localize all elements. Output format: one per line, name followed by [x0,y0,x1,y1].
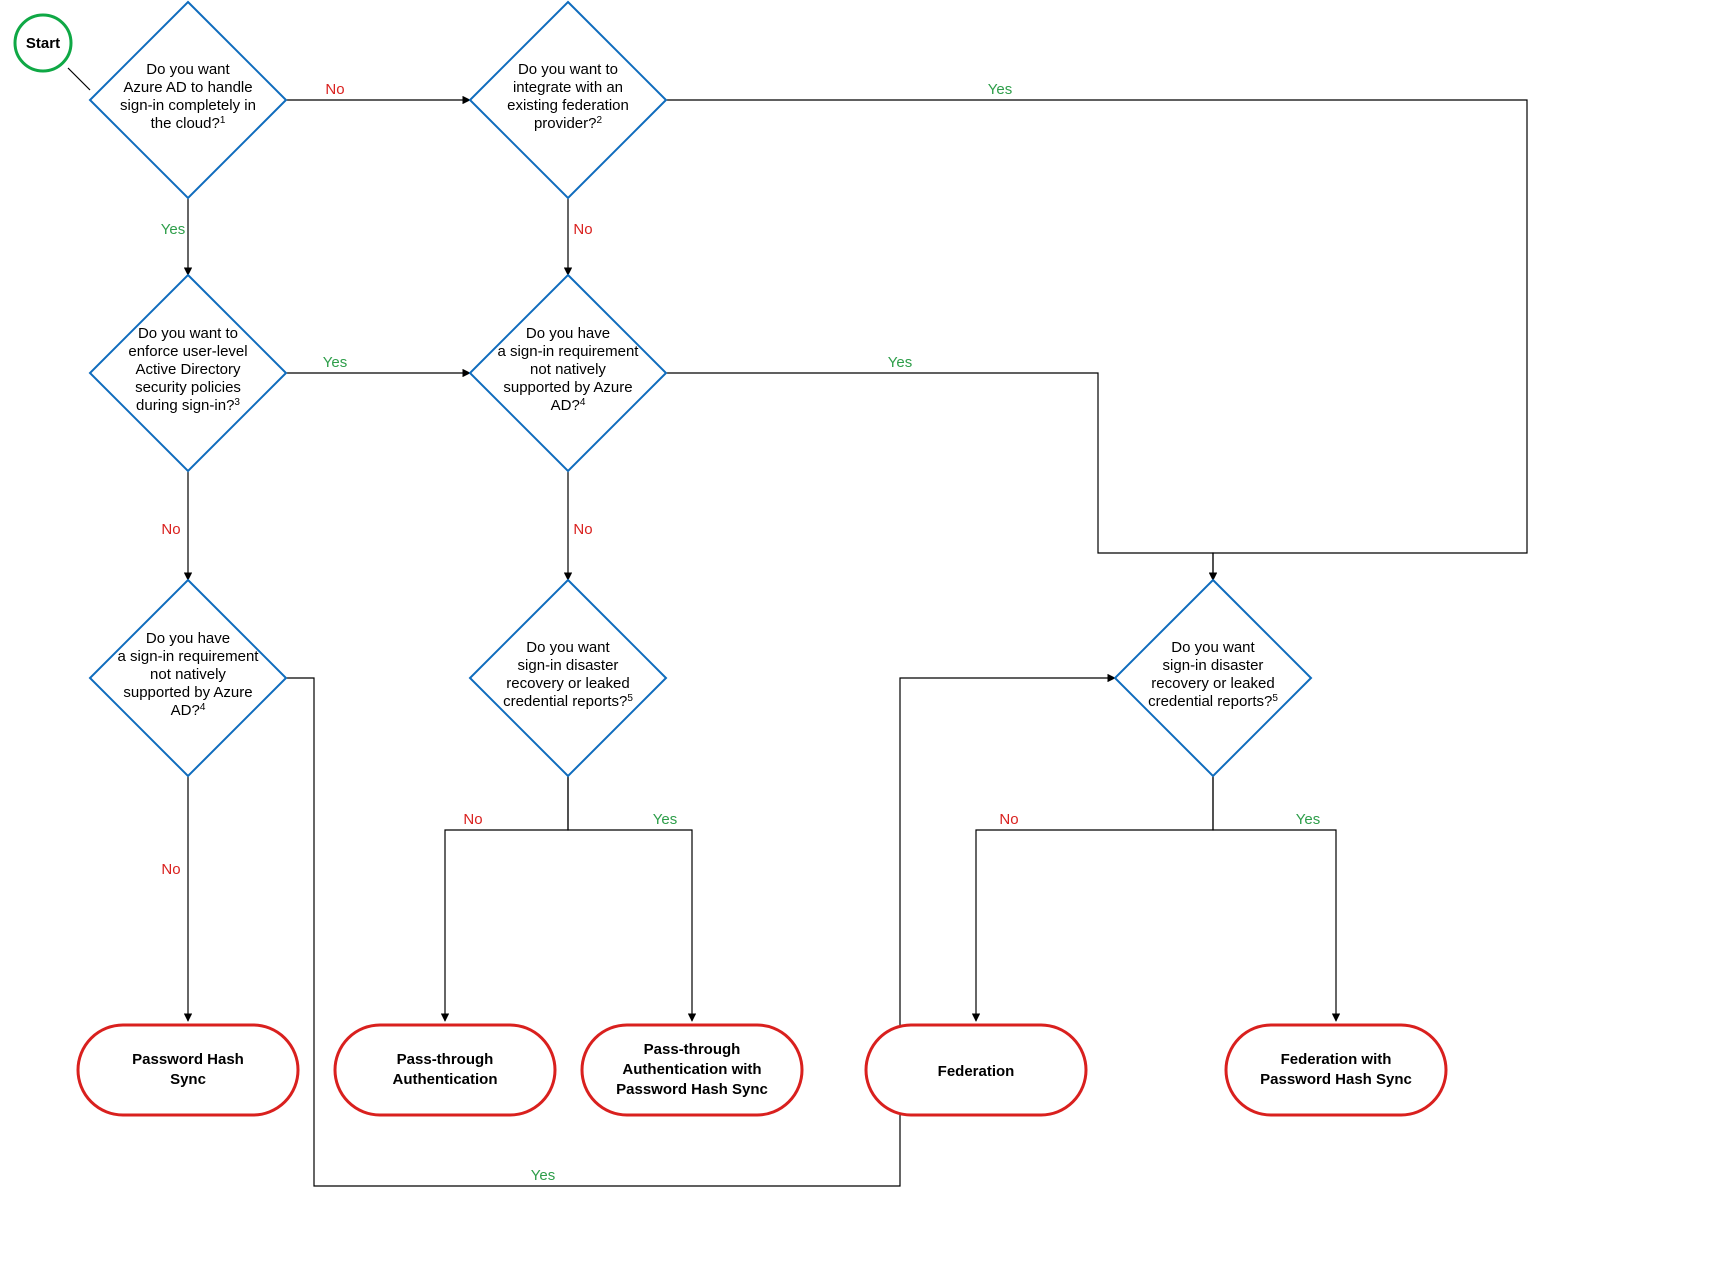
decision-q3: Do you want to enforce user-level Active… [90,275,286,471]
svg-text:recovery or leaked: recovery or leaked [1151,675,1274,692]
q2-no-label: No [573,221,592,238]
decision-q4a: Do you have a sign-in requirement not na… [470,275,666,471]
svg-text:existing federation: existing federation [507,97,629,114]
q1-yes-label: Yes [161,221,185,238]
svg-text:Do you want: Do you want [526,639,610,656]
decision-q2: Do you want to integrate with an existin… [470,2,666,198]
decision-q5a: Do you want sign-in disaster recovery or… [470,580,666,776]
q5b-no-label: No [999,811,1018,828]
svg-text:not natively: not natively [530,361,606,378]
svg-text:Federation: Federation [938,1063,1015,1080]
svg-text:recovery or leaked: recovery or leaked [506,675,629,692]
svg-text:Do you want to: Do you want to [138,325,238,342]
svg-text:Authentication with: Authentication with [622,1061,761,1078]
svg-text:Federation with: Federation with [1281,1051,1392,1068]
svg-text:during sign-in?3: during sign-in?3 [136,397,240,415]
terminator-federation-phs: Federation with Password Hash Sync [1226,1025,1446,1115]
svg-text:a sign-in requirement: a sign-in requirement [118,648,260,665]
svg-text:Do you want: Do you want [1171,639,1255,656]
svg-text:the cloud?1: the cloud?1 [151,115,226,133]
decision-q5b: Do you want sign-in disaster recovery or… [1115,580,1311,776]
svg-text:provider?2: provider?2 [534,115,603,133]
svg-text:security policies: security policies [135,379,241,396]
decision-q1: Do you want Azure AD to handle sign-in c… [90,2,286,198]
svg-text:sign-in completely in: sign-in completely in [120,97,256,114]
svg-text:credential reports?5: credential reports?5 [1148,693,1278,711]
svg-text:Do you have: Do you have [526,325,610,342]
edges [68,68,1527,1186]
terminator-federation: Federation [866,1025,1086,1115]
svg-text:a sign-in requirement: a sign-in requirement [498,343,640,360]
svg-text:sign-in disaster: sign-in disaster [518,657,619,674]
q5a-yes-label: Yes [653,811,677,828]
svg-text:Password Hash Sync: Password Hash Sync [616,1081,768,1098]
q5a-no-label: No [463,811,482,828]
svg-text:Password Hash: Password Hash [132,1051,244,1068]
svg-text:sign-in disaster: sign-in disaster [1163,657,1264,674]
svg-text:Do you want to: Do you want to [518,61,618,78]
q4b-no-label: No [161,861,180,878]
svg-text:integrate with an: integrate with an [513,79,623,96]
start-label: Start [26,35,60,52]
svg-text:not natively: not natively [150,666,226,683]
svg-text:Active Directory: Active Directory [135,361,241,378]
q4a-no-label: No [573,521,592,538]
edge-labels: No Yes Yes No Yes No Yes No No Yes No Ye… [161,81,1320,1184]
svg-text:Authentication: Authentication [393,1071,498,1088]
svg-text:Sync: Sync [170,1071,206,1088]
q4b-yes-label: Yes [531,1167,555,1184]
flowchart-canvas: No Yes Yes No Yes No Yes No No Yes No Ye… [0,0,1725,1262]
terminator-pta: Pass-through Authentication [335,1025,555,1115]
decision-q4b: Do you have a sign-in requirement not na… [90,580,286,776]
svg-text:supported by Azure: supported by Azure [123,684,252,701]
svg-text:Do you have: Do you have [146,630,230,647]
terminator-pta-phs: Pass-through Authentication with Passwor… [582,1025,802,1115]
q5b-yes-label: Yes [1296,811,1320,828]
q4a-yes-label: Yes [888,354,912,371]
svg-text:Do you want: Do you want [146,61,230,78]
q3-yes-label: Yes [323,354,347,371]
svg-text:supported by Azure: supported by Azure [503,379,632,396]
start-node: Start [15,15,71,71]
svg-text:Azure AD to handle: Azure AD to handle [123,79,252,96]
svg-text:enforce user-level: enforce user-level [128,343,247,360]
svg-text:Pass-through: Pass-through [397,1051,494,1068]
svg-text:Password Hash Sync: Password Hash Sync [1260,1071,1412,1088]
q1-no-label: No [325,81,344,98]
q3-no-label: No [161,521,180,538]
terminator-phs: Password Hash Sync [78,1025,298,1115]
svg-text:credential reports?5: credential reports?5 [503,693,633,711]
q2-yes-label: Yes [988,81,1012,98]
svg-text:Pass-through: Pass-through [644,1041,741,1058]
